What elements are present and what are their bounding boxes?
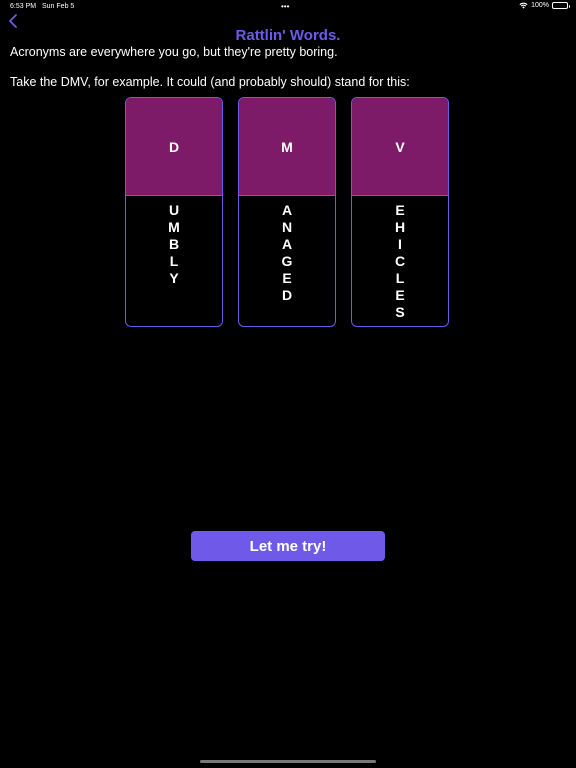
let-me-try-button[interactable]: Let me try! bbox=[191, 531, 385, 561]
acronym-letter: B bbox=[168, 236, 180, 252]
acronym-letter: L bbox=[395, 270, 405, 286]
acronym-card: DUMBLY bbox=[125, 97, 223, 327]
wifi-icon bbox=[519, 2, 528, 9]
intro-text-2: Take the DMV, for example. It could (and… bbox=[10, 75, 410, 89]
multitasking-dots[interactable]: ••• bbox=[281, 2, 289, 11]
status-right: 100% bbox=[519, 2, 570, 9]
acronym-letter: L bbox=[169, 253, 179, 269]
acronym-letter: E bbox=[395, 287, 405, 303]
acronym-initial: D bbox=[126, 98, 222, 196]
battery-percent: 100% bbox=[531, 2, 549, 9]
acronym-letter: S bbox=[395, 304, 405, 320]
acronym-word: EHICLES bbox=[352, 196, 448, 321]
acronym-initial: M bbox=[239, 98, 335, 196]
acronym-card: MANAGED bbox=[238, 97, 336, 327]
acronym-letter: N bbox=[281, 219, 293, 235]
acronym-letter: H bbox=[394, 219, 406, 235]
acronym-word: UMBLY bbox=[126, 196, 222, 287]
acronym-letter: M bbox=[168, 219, 180, 235]
acronym-letter: A bbox=[281, 202, 293, 218]
acronym-letter: G bbox=[281, 253, 293, 269]
status-date: Sun Feb 5 bbox=[42, 3, 75, 10]
acronym-card: VEHICLES bbox=[351, 97, 449, 327]
acronym-cards: DUMBLYMANAGEDVEHICLES bbox=[125, 97, 449, 327]
status-bar: 6:53 PM Sun Feb 5 ••• 100% bbox=[0, 0, 576, 14]
home-indicator[interactable] bbox=[200, 760, 376, 763]
battery-icon bbox=[552, 2, 570, 9]
acronym-letter: D bbox=[281, 287, 293, 303]
status-time: 6:53 PM bbox=[10, 3, 37, 10]
acronym-letter: I bbox=[398, 236, 402, 252]
acronym-initial: V bbox=[352, 98, 448, 196]
acronym-letter: E bbox=[395, 202, 405, 218]
acronym-letter: C bbox=[394, 253, 406, 269]
acronym-letter: U bbox=[168, 202, 180, 218]
acronym-word: ANAGED bbox=[239, 196, 335, 304]
page-title: Rattlin' Words. bbox=[235, 27, 341, 44]
acronym-letter: Y bbox=[169, 270, 179, 286]
acronym-letter: E bbox=[282, 270, 292, 286]
intro-text-1: Acronyms are everywhere you go, but they… bbox=[10, 45, 338, 59]
acronym-letter: A bbox=[281, 236, 293, 252]
